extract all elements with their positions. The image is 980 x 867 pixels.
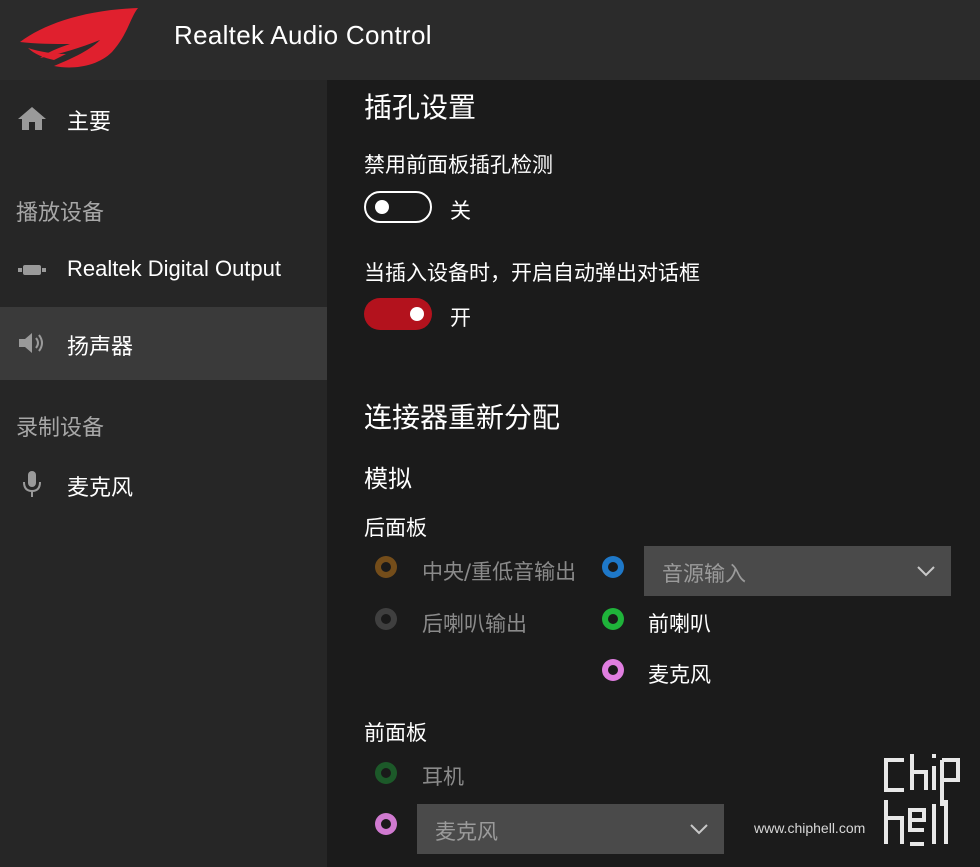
auto-popup-state: 开: [450, 306, 471, 330]
jack-green-icon: [369, 756, 403, 790]
app-title: Realtek Audio Control: [174, 20, 432, 50]
digital-output-icon: [18, 265, 46, 275]
port-rear-speaker-label: 后喇叭输出: [422, 612, 527, 636]
jack-pink-icon: [369, 807, 403, 841]
select-value: 音源输入: [662, 562, 746, 586]
port-headphone-label: 耳机: [422, 765, 464, 789]
main-content: 插孔设置 禁用前面板插孔检测 关 当插入设备时，开启自动弹出对话框 开 连接器重…: [327, 80, 980, 867]
disable-front-detect-toggle[interactable]: [364, 191, 432, 223]
jack-green-icon: [596, 602, 630, 636]
front-panel-label: 前面板: [364, 721, 427, 745]
sidebar-item-home[interactable]: 主要: [0, 82, 327, 155]
microphone-icon: [23, 471, 41, 497]
record-section-label: 录制设备: [16, 416, 105, 441]
sidebar-item-label: 麦克风: [67, 476, 134, 501]
jack-blue-icon: [596, 550, 630, 584]
select-value: 麦克风: [435, 820, 498, 844]
playback-section-label: 播放设备: [16, 201, 105, 226]
auto-popup-toggle[interactable]: [364, 298, 432, 330]
port-center-sub-label: 中央/重低音输出: [422, 560, 577, 584]
watermark-logo-icon: [884, 754, 960, 846]
port-microphone-label: 麦克风: [648, 663, 711, 687]
sidebar-item-digital-output[interactable]: Realtek Digital Output: [0, 234, 327, 307]
sidebar: 主要 播放设备 Realtek Digital Output 扬声器 录制设备 …: [0, 80, 327, 867]
toggle-knob: [375, 200, 389, 214]
disable-front-detect-label: 禁用前面板插孔检测: [364, 153, 553, 177]
front-mic-select[interactable]: 麦克风: [417, 804, 724, 854]
reassign-title: 连接器重新分配: [364, 401, 561, 434]
jack-settings-title: 插孔设置: [364, 91, 477, 124]
rear-panel-label: 后面板: [364, 516, 427, 540]
watermark-url: www.chiphell.com: [754, 820, 866, 836]
jack-pink-icon: [596, 653, 630, 687]
line-in-select[interactable]: 音源输入: [644, 546, 951, 596]
sidebar-item-microphone[interactable]: 麦克风: [0, 448, 327, 521]
disable-front-detect-state: 关: [450, 199, 471, 223]
sidebar-item-speaker[interactable]: 扬声器: [0, 307, 327, 380]
analog-label: 模拟: [364, 465, 412, 493]
jack-orange-icon: [369, 550, 403, 584]
sidebar-item-label: 主要: [67, 110, 112, 135]
chevron-down-icon: [917, 566, 935, 577]
chevron-down-icon: [690, 824, 708, 835]
port-front-speaker-label: 前喇叭: [648, 612, 711, 636]
title-bar: Realtek Audio Control: [0, 0, 980, 80]
auto-popup-label: 当插入设备时，开启自动弹出对话框: [364, 261, 700, 285]
sidebar-item-label: 扬声器: [67, 335, 134, 360]
rog-logo-icon: [20, 8, 138, 68]
sidebar-item-label: Realtek Digital Output: [67, 256, 281, 281]
jack-gray-icon: [369, 602, 403, 636]
home-icon: [18, 107, 46, 130]
speaker-icon: [19, 333, 43, 353]
toggle-knob: [410, 307, 424, 321]
